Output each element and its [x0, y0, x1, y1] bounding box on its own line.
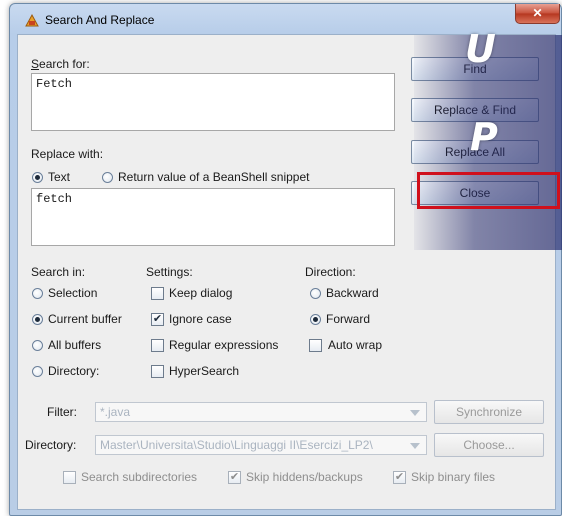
- search-in-directory-radio[interactable]: [32, 366, 43, 377]
- skip-binary-files-checkbox[interactable]: ✔: [393, 471, 406, 484]
- search-in-directory-label: Directory:: [48, 364, 100, 378]
- direction-forward-label: Forward: [326, 312, 371, 326]
- replace-mode-text-label: Text: [48, 170, 71, 184]
- search-in-selection-label: Selection: [48, 286, 98, 300]
- search-in-selection-radio[interactable]: [32, 288, 43, 299]
- search-in-current-buffer-radio[interactable]: [32, 314, 43, 325]
- direction-backward-radio[interactable]: [310, 288, 321, 299]
- keep-dialog-checkbox[interactable]: [151, 287, 164, 300]
- search-in-current-buffer-label: Current buffer: [48, 312, 122, 326]
- search-subdirectories-checkbox[interactable]: [63, 471, 76, 484]
- overlay-letter-u: U: [465, 27, 496, 71]
- ignore-case-label: Ignore case: [169, 312, 232, 326]
- regular-expressions-label: Regular expressions: [169, 338, 279, 352]
- keep-dialog-label: Keep dialog: [169, 286, 233, 300]
- replace-with-field[interactable]: fetch: [31, 188, 395, 246]
- replace-mode-beanshell-radio[interactable]: [102, 172, 113, 183]
- replace-mode-beanshell-label: Return value of a BeanShell snippet: [118, 170, 310, 184]
- window-close-button[interactable]: ✕: [515, 4, 560, 24]
- auto-wrap-checkbox[interactable]: [309, 339, 322, 352]
- hypersearch-label: HyperSearch: [169, 364, 240, 378]
- dialog-body: Search for: Fetch Replace with: Text Ret…: [17, 27, 562, 510]
- filter-value: *.java: [100, 405, 131, 419]
- search-in-all-buffers-label: All buffers: [48, 338, 102, 352]
- direction-label: Direction:: [305, 265, 356, 279]
- chevron-down-icon: [410, 443, 420, 449]
- dialog-window: Search And Replace ✕ Search for: Fetch R…: [9, 3, 562, 516]
- directory-label: Directory:: [25, 438, 77, 452]
- skip-hiddens-label: Skip hiddens/backups: [246, 470, 363, 484]
- regular-expressions-checkbox[interactable]: [151, 339, 164, 352]
- synchronize-button[interactable]: Synchronize: [434, 400, 544, 424]
- choose-button[interactable]: Choose...: [434, 433, 544, 457]
- direction-backward-label: Backward: [326, 286, 379, 300]
- jedit-app-icon: [25, 13, 39, 27]
- replace-mode-text-radio[interactable]: [32, 172, 43, 183]
- search-for-label: Search for:: [31, 57, 90, 71]
- skip-hiddens-checkbox[interactable]: ✔: [228, 471, 241, 484]
- directory-value: Master\Universita\Studio\Linguaggi II\Es…: [100, 438, 373, 452]
- window-title: Search And Replace: [45, 13, 155, 27]
- search-in-all-buffers-radio[interactable]: [32, 340, 43, 351]
- search-for-field[interactable]: Fetch: [31, 73, 395, 131]
- close-button-highlight: [417, 172, 560, 209]
- auto-wrap-label: Auto wrap: [328, 338, 383, 352]
- overlay-letter-p: P: [470, 115, 498, 159]
- filter-label: Filter:: [47, 405, 77, 419]
- filter-combo[interactable]: *.java: [95, 402, 427, 422]
- hypersearch-checkbox[interactable]: [151, 365, 164, 378]
- chevron-down-icon: [410, 410, 420, 416]
- search-subdirectories-label: Search subdirectories: [81, 470, 198, 484]
- search-in-label: Search in:: [31, 265, 86, 279]
- skip-binary-files-label: Skip binary files: [411, 470, 496, 484]
- replace-with-label: Replace with:: [31, 147, 104, 161]
- settings-label: Settings:: [146, 265, 193, 279]
- ignore-case-checkbox[interactable]: ✔: [151, 313, 164, 326]
- direction-forward-radio[interactable]: [310, 314, 321, 325]
- directory-combo[interactable]: Master\Universita\Studio\Linguaggi II\Es…: [95, 435, 427, 455]
